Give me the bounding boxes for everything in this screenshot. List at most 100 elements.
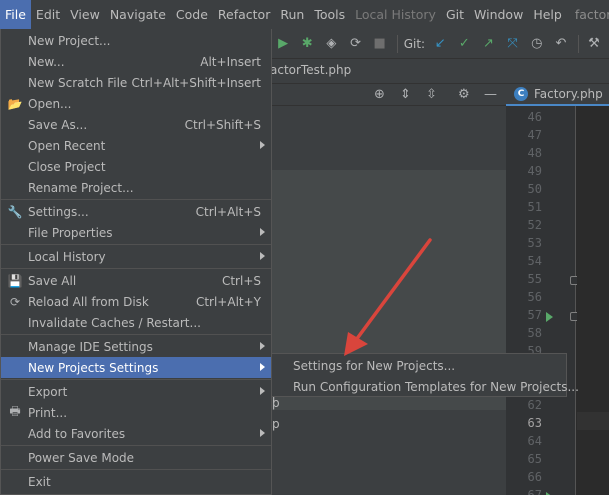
- line-number: 58: [527, 326, 542, 340]
- menu-separator: [1, 268, 271, 269]
- run-icon[interactable]: ▶: [274, 33, 292, 55]
- line-number: 47: [527, 128, 542, 142]
- menu-navigate[interactable]: Navigate: [105, 0, 171, 29]
- menu-separator: [1, 379, 271, 380]
- line-number: 53: [527, 236, 542, 250]
- run-test-icon[interactable]: [546, 312, 553, 322]
- gear-icon[interactable]: ⚙: [458, 87, 470, 102]
- history-icon[interactable]: ◷: [528, 33, 546, 55]
- submenu-arrow-icon: [260, 387, 265, 395]
- editor-gutter: 4647484950515253545556575859606162636465…: [506, 106, 579, 495]
- printer-icon: 🖶: [9, 404, 21, 418]
- menu-refactor[interactable]: Refactor: [213, 0, 275, 29]
- editor-tab-label: Factory.php: [534, 87, 603, 101]
- file-menu: New Project... New... Alt+Insert New Scra…: [0, 29, 272, 495]
- menu-item-new-projects-settings[interactable]: New Projects Settings: [1, 357, 271, 378]
- line-number: 62: [527, 398, 542, 412]
- expand-all-icon[interactable]: ⇕: [400, 87, 411, 102]
- menu-tools[interactable]: Tools: [309, 0, 350, 29]
- menu-separator: [1, 445, 271, 446]
- menu-item-invalidate-caches[interactable]: Invalidate Caches / Restart...: [1, 312, 271, 333]
- line-number: 56: [527, 290, 542, 304]
- menu-item-add-to-favorites[interactable]: Add to Favorites: [1, 423, 271, 444]
- line-number: 67: [527, 488, 542, 495]
- caret-row-highlight: [577, 412, 609, 430]
- line-number: 55: [527, 272, 542, 286]
- menu-item-new[interactable]: New... Alt+Insert: [1, 51, 271, 72]
- menu-separator: [1, 244, 271, 245]
- menu-item-local-history[interactable]: Local History: [1, 246, 271, 267]
- save-icon: 💾: [7, 273, 23, 288]
- collapse-all-icon[interactable]: ⇳: [426, 87, 437, 102]
- menu-code[interactable]: Code: [171, 0, 213, 29]
- editor-tab-factory[interactable]: C Factory.php: [506, 84, 609, 106]
- file-tab-factorytest[interactable]: actorTest.php: [270, 63, 351, 77]
- menu-bar: File Edit View Navigate Code Refactor Ru…: [0, 0, 609, 29]
- menu-item-print[interactable]: 🖶 Print...: [1, 402, 271, 423]
- git-push-icon[interactable]: ↗: [479, 33, 497, 55]
- line-number: 49: [527, 164, 542, 178]
- git-commit-icon[interactable]: ✓: [455, 33, 473, 55]
- git-update-icon[interactable]: ↙: [431, 33, 449, 55]
- main-toolbar: ▶ ✱ ◈ ⟳ ■ Git: ↙ ✓ ↗ ⤧ ◷ ↶ ⚒: [270, 29, 609, 59]
- submenu-item-run-configuration-templates[interactable]: Run Configuration Templates for New Proj…: [272, 376, 579, 397]
- menu-item-save-all[interactable]: 💾 Save All Ctrl+S: [1, 270, 271, 291]
- submenu-arrow-icon: [260, 228, 265, 236]
- line-number: 64: [527, 434, 542, 448]
- toolbar-divider-2: [578, 34, 579, 53]
- php-class-icon: C: [514, 87, 528, 101]
- menu-item-manage-ide-settings[interactable]: Manage IDE Settings: [1, 336, 271, 357]
- menu-item-settings[interactable]: 🔧 Settings... Ctrl+Alt+S: [1, 201, 271, 222]
- wrench-icon[interactable]: ⚒: [585, 33, 603, 55]
- line-number: 66: [527, 470, 542, 484]
- coverage-icon[interactable]: ◈: [322, 33, 340, 55]
- menu-file[interactable]: File: [0, 0, 31, 29]
- new-projects-settings-submenu: Settings for New Projects... Run Configu…: [271, 353, 579, 397]
- stop-icon[interactable]: ■: [371, 33, 389, 55]
- line-number: 52: [527, 218, 542, 232]
- menu-item-save-as[interactable]: Save As... Ctrl+Shift+S: [1, 114, 271, 135]
- submenu-arrow-icon: [260, 363, 265, 371]
- line-number: 54: [527, 254, 542, 268]
- tree-text-fragment: p: [272, 396, 280, 410]
- menu-separator: [1, 199, 271, 200]
- line-number: 48: [527, 146, 542, 160]
- menu-item-open[interactable]: 📂 Open...: [1, 93, 271, 114]
- menu-item-new-scratch-file[interactable]: New Scratch File Ctrl+Alt+Shift+Insert: [1, 72, 271, 93]
- submenu-arrow-icon: [260, 141, 265, 149]
- menu-item-close-project[interactable]: Close Project: [1, 156, 271, 177]
- menu-item-open-recent[interactable]: Open Recent: [1, 135, 271, 156]
- minimize-icon[interactable]: —: [484, 87, 497, 102]
- menu-item-file-properties[interactable]: File Properties: [1, 222, 271, 243]
- menu-edit[interactable]: Edit: [31, 0, 65, 29]
- profile-icon[interactable]: ⟳: [346, 33, 364, 55]
- menu-local-history[interactable]: Local History: [350, 0, 441, 29]
- project-tree-top: [270, 106, 506, 170]
- menu-item-rename-project[interactable]: Rename Project...: [1, 177, 271, 198]
- line-number: 46: [527, 110, 542, 124]
- menu-git[interactable]: Git: [441, 0, 469, 29]
- code-area[interactable]: [577, 106, 609, 495]
- menu-item-new-project[interactable]: New Project...: [1, 30, 271, 51]
- menu-item-export[interactable]: Export: [1, 381, 271, 402]
- git-compare-icon[interactable]: ⤧: [504, 33, 522, 55]
- menu-view[interactable]: View: [65, 0, 105, 29]
- submenu-arrow-icon: [260, 252, 265, 260]
- rollback-icon[interactable]: ↶: [552, 33, 570, 55]
- line-number: 63: [527, 416, 542, 430]
- submenu-item-settings-for-new-projects[interactable]: Settings for New Projects...: [272, 355, 566, 376]
- locate-icon[interactable]: ⊕: [374, 87, 385, 102]
- debug-icon[interactable]: ✱: [298, 33, 316, 55]
- toolbar-divider: [396, 34, 398, 53]
- submenu-arrow-icon: [260, 429, 265, 437]
- submenu-arrow-icon: [260, 342, 265, 350]
- menu-help[interactable]: Help: [528, 0, 567, 29]
- menu-item-power-save-mode[interactable]: Power Save Mode: [1, 447, 271, 468]
- menu-run[interactable]: Run: [275, 0, 309, 29]
- menu-item-exit[interactable]: Exit: [1, 471, 271, 492]
- menu-window[interactable]: Window: [469, 0, 528, 29]
- line-number: 57: [527, 308, 542, 322]
- refresh-icon: ⟳: [9, 294, 21, 309]
- menu-item-reload-all[interactable]: ⟳ Reload All from Disk Ctrl+Alt+Y: [1, 291, 271, 312]
- line-number: 50: [527, 182, 542, 196]
